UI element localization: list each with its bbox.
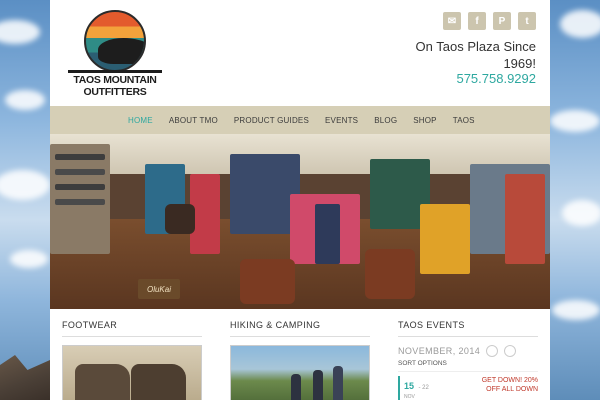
nav-item-product-guides[interactable]: PRODUCT GUIDES [226, 116, 317, 125]
social-links: ✉ f P t [443, 12, 536, 30]
olukai-sign: OluKai [138, 279, 180, 299]
nav-item-events[interactable]: EVENTS [317, 116, 366, 125]
hiking-title[interactable]: HIKING & CAMPING [230, 320, 370, 337]
footwear-section: FOOTWEAR [62, 320, 202, 400]
event-title-line1: GET DOWN! 20% [481, 377, 538, 384]
event-item[interactable]: 15 - 22 NOV GET DOWN! 20% OFF ALL DOWN [398, 376, 538, 400]
header-tagline: On Taos Plaza Since 1969! [415, 39, 536, 71]
logo-animal-icon [98, 38, 144, 64]
nav-item-blog[interactable]: BLOG [366, 116, 405, 125]
hero-store-photo: OluKai [50, 134, 550, 309]
logo-text-line2: OUTFITTERS [83, 86, 147, 98]
footwear-title[interactable]: FOOTWEAR [62, 320, 202, 337]
event-title[interactable]: GET DOWN! 20% OFF ALL DOWN [482, 376, 538, 394]
events-title[interactable]: TAOS EVENTS [398, 320, 538, 337]
nav-item-shop[interactable]: SHOP [405, 116, 444, 125]
event-title-line2: OFF ALL DOWN [486, 386, 538, 393]
footwear-thumbnail[interactable] [62, 345, 202, 400]
site-header: TAOS MOUNTAIN OUTFITTERS ✉ f P t On Taos… [50, 0, 550, 106]
events-month-row: NOVEMBER, 2014 [398, 345, 538, 357]
sky-background-right [550, 0, 600, 400]
next-month-button[interactable] [504, 345, 517, 357]
prev-month-button[interactable] [486, 345, 499, 357]
logo-text-line1: TAOS MOUNTAIN [73, 74, 157, 86]
site-logo[interactable]: TAOS MOUNTAIN OUTFITTERS [68, 10, 162, 98]
sort-options[interactable]: SORT OPTIONS [398, 360, 538, 372]
pinterest-icon[interactable]: P [493, 12, 511, 30]
nav-item-about[interactable]: ABOUT TMO [161, 116, 226, 125]
event-day: 15 [404, 381, 415, 391]
twitter-icon[interactable]: t [518, 12, 536, 30]
event-month: NOV [404, 394, 415, 400]
hiking-section: HIKING & CAMPING [230, 320, 370, 400]
events-section: TAOS EVENTS NOVEMBER, 2014 SORT OPTIONS … [398, 320, 538, 400]
page-container: TAOS MOUNTAIN OUTFITTERS ✉ f P t On Taos… [50, 0, 550, 400]
event-day-range: - 22 [418, 385, 429, 391]
nav-item-taos[interactable]: TAOS [445, 116, 483, 125]
facebook-icon[interactable]: f [468, 12, 486, 30]
logo-sun-graphic [84, 10, 146, 72]
main-nav: HOME ABOUT TMO PRODUCT GUIDES EVENTS BLO… [50, 106, 550, 134]
header-phone[interactable]: 575.758.9292 [456, 71, 536, 86]
hiking-thumbnail[interactable] [230, 345, 370, 400]
sky-background-left [0, 0, 50, 400]
email-icon[interactable]: ✉ [443, 12, 461, 30]
nav-item-home[interactable]: HOME [120, 116, 161, 125]
events-month: NOVEMBER, 2014 [398, 346, 481, 356]
